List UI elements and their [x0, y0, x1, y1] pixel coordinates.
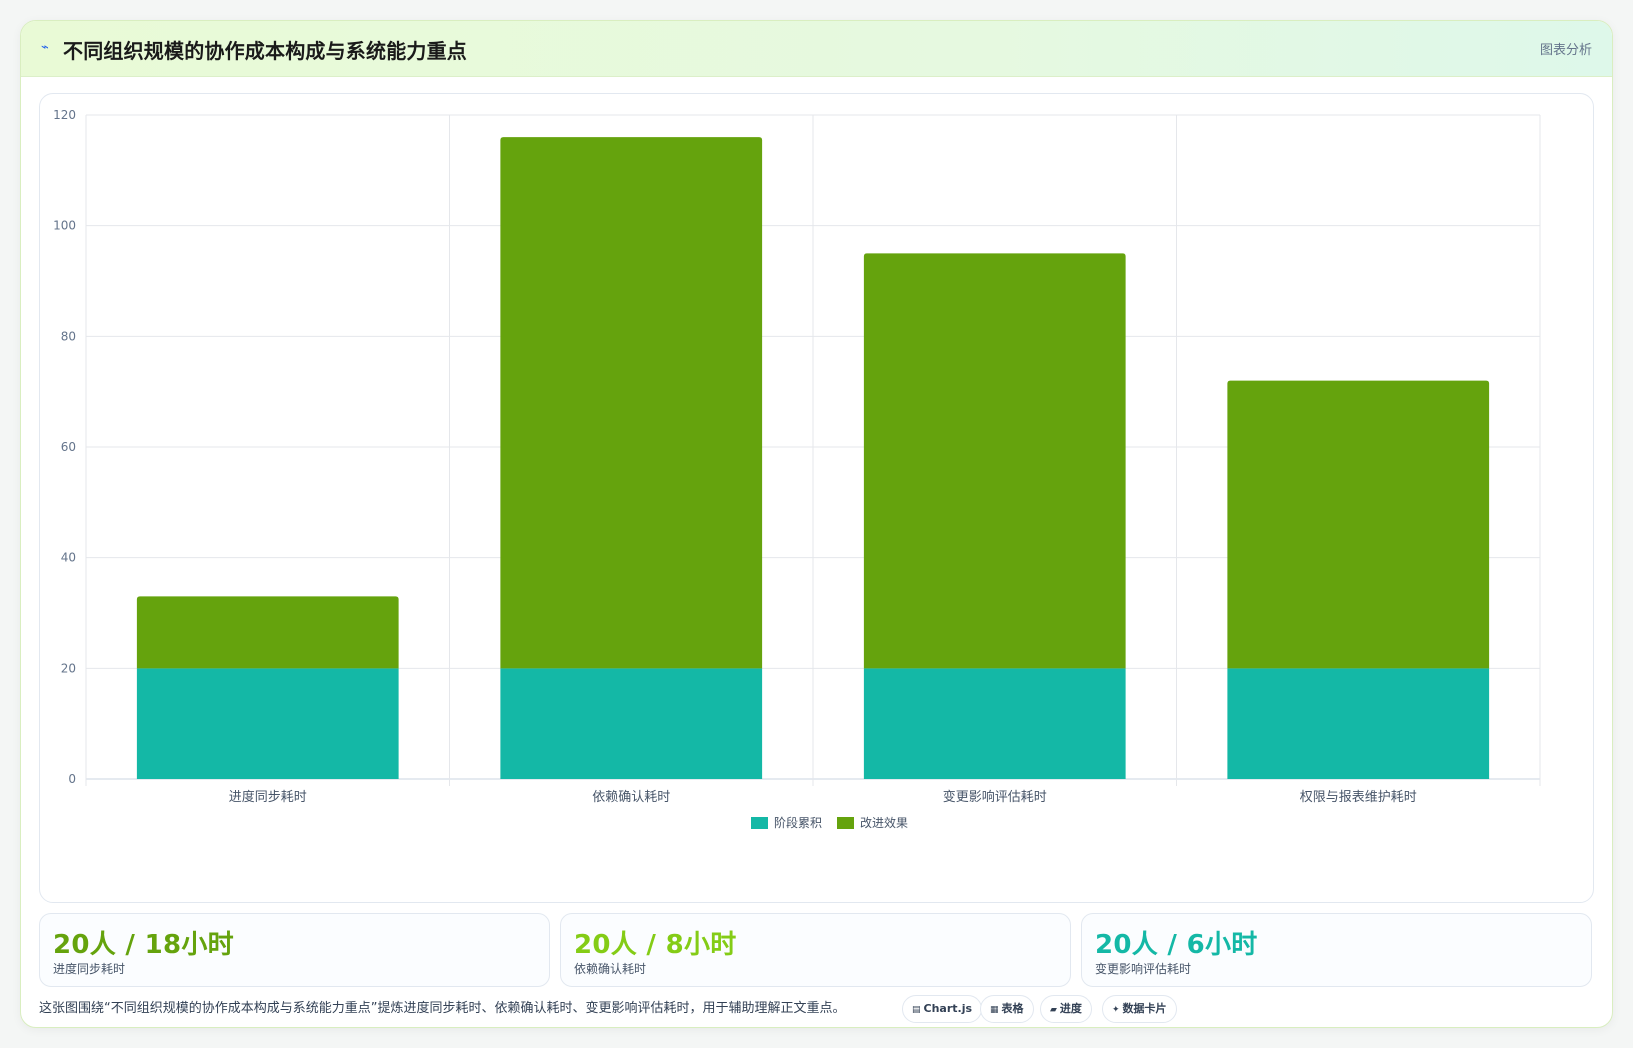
chart-panel: 0 20 40 60 80 100 120 进度同步耗时 依赖确认耗时 变更影响评估耗时 权限与报表… [39, 93, 1594, 903]
chart-card: ⌁ 不同组织规模的协作成本构成与系统能力重点 图表分析 0 20 40 60 80 100… [20, 20, 1613, 1028]
kpi-value: 20人 / 8小时 [574, 930, 737, 960]
chart-title: 不同组织规模的协作成本构成与系统能力重点 [63, 39, 467, 63]
bar-segment [136, 668, 399, 779]
x-tick-label: 权限与报表维护耗时 [1300, 789, 1417, 805]
bar-segment [136, 596, 399, 669]
kpi-label: 变更影响评估耗时 [1095, 962, 1192, 976]
bar-chart: 0 20 40 60 80 100 120 进度同步耗时 依赖确认耗时 变更影响评估耗时 权限与报表… [53, 108, 1541, 830]
card-header: ⌁ 不同组织规模的协作成本构成与系统能力重点 图表分析 [21, 21, 1612, 77]
y-tick-label: 60 [61, 440, 76, 454]
bar-segment [863, 253, 1126, 669]
tag-label: 进度 [1059, 1002, 1082, 1015]
x-tick-label: 进度同步耗时 [229, 789, 307, 805]
tag-data-card[interactable]: ✦ 数据卡片 [1102, 995, 1177, 1023]
kpi-value: 20人 / 18小时 [53, 930, 234, 960]
bar-segment [500, 137, 763, 669]
y-tick-label: 80 [61, 329, 76, 343]
y-tick-label: 20 [61, 661, 76, 675]
kpi-card: 20人 / 18小时 进度同步耗时 [39, 913, 550, 987]
kpi-label: 进度同步耗时 [53, 962, 126, 976]
legend-label: 改进效果 [860, 815, 908, 830]
y-tick-label: 100 [53, 219, 76, 233]
x-tick-label: 依赖确认耗时 [592, 790, 670, 805]
kpi-value: 20人 / 6小时 [1095, 930, 1258, 960]
tag-label: 数据卡片 [1122, 1002, 1167, 1015]
tag-table[interactable]: ▦ 表格 [980, 995, 1034, 1023]
table-icon: ▦ [990, 1005, 999, 1015]
trend-icon: ⌁ [41, 40, 49, 55]
chart-summary: 这张图围绕“不同组织规模的协作成本构成与系统能力重点”提炼进度同步耗时、依赖确认… [39, 1001, 846, 1016]
x-tick-label: 变更影响评估耗时 [943, 789, 1047, 805]
tag-chartjs[interactable]: ▤ Chart.js [902, 995, 983, 1023]
bar-segment [1227, 668, 1490, 779]
kpi-label: 依赖确认耗时 [574, 962, 647, 976]
y-tick-label: 0 [68, 772, 76, 786]
tag-label: 表格 [1001, 1002, 1024, 1015]
kpi-card: 20人 / 8小时 依赖确认耗时 [560, 913, 1071, 987]
tag-progress[interactable]: ▰ 进度 [1040, 995, 1092, 1023]
y-tick-label: 120 [53, 108, 76, 122]
tag-label: Chart.js [923, 1002, 973, 1015]
kpi-card: 20人 / 6小时 变更影响评估耗时 [1081, 913, 1592, 987]
y-tick-label: 40 [61, 551, 76, 565]
analysis-badge: 图表分析 [1539, 43, 1592, 58]
progress-icon: ▰ [1050, 1005, 1057, 1015]
bar-segment [1227, 380, 1490, 669]
legend-swatch [751, 817, 768, 829]
chart-icon: ▤ [912, 1005, 921, 1015]
bar-segment [500, 668, 763, 779]
legend-swatch [837, 817, 854, 829]
bar-segment [863, 668, 1126, 779]
legend-label: 阶段累积 [774, 815, 822, 830]
sparkle-icon: ✦ [1112, 1005, 1120, 1015]
